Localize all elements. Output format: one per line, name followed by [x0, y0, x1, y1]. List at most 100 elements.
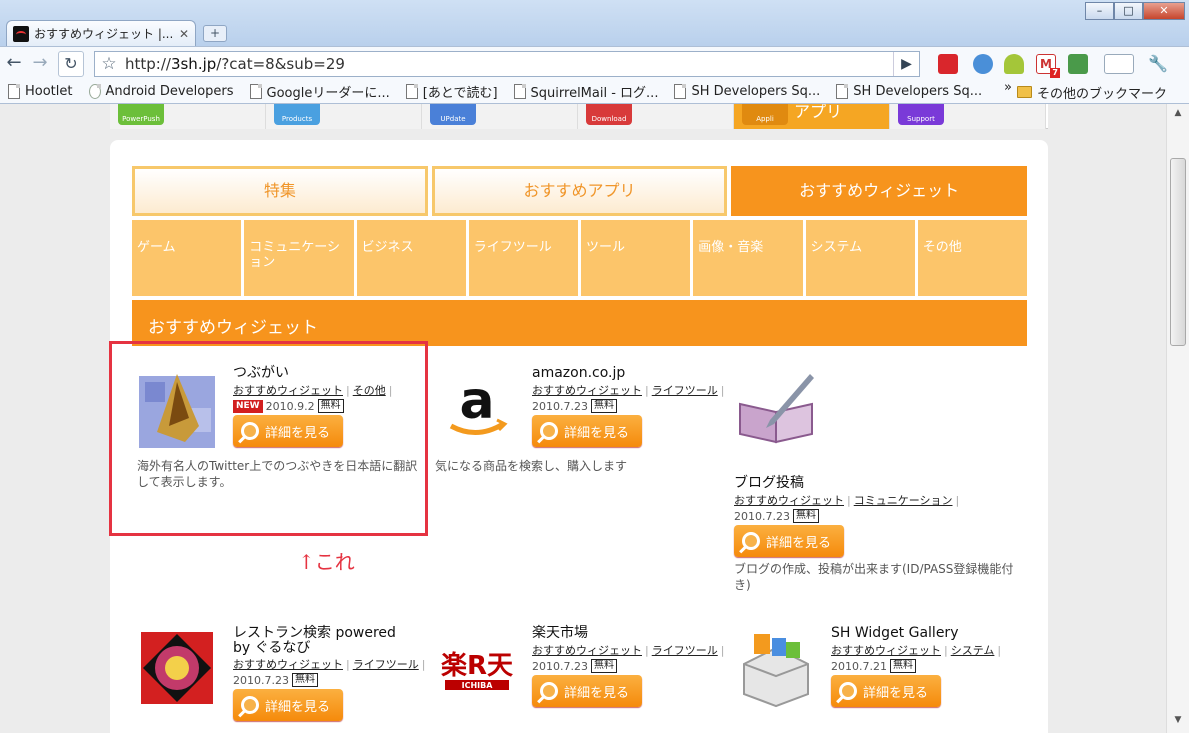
extension-ie-icon[interactable] [973, 54, 993, 74]
scrollbar[interactable]: ▲ ▼ [1166, 104, 1189, 733]
tag-link[interactable]: ライフツール [652, 384, 718, 397]
scroll-thumb[interactable] [1170, 158, 1186, 346]
site-nav-icon: Products [274, 104, 320, 125]
forward-button[interactable]: → [28, 52, 52, 76]
bookmark-item[interactable]: Googleリーダーに... [242, 81, 398, 103]
category-link[interactable]: ツール [581, 220, 691, 296]
widget-meta: 2010.7.23 無料 [532, 399, 617, 413]
category-link[interactable]: ゲーム [132, 220, 242, 296]
bookmark-item[interactable]: [あとで読む] [398, 81, 506, 103]
tab-tokushu[interactable]: 特集 [132, 166, 428, 216]
widget-thumbnail[interactable] [736, 368, 816, 448]
tag-link[interactable]: おすすめウィジェット [233, 658, 343, 671]
bookmark-item[interactable]: SH Developers Sq... [666, 81, 828, 103]
tab-recommended-widgets[interactable]: おすすめウィジェット [731, 166, 1028, 216]
widget-thumbnail[interactable] [137, 628, 217, 708]
category-link[interactable]: コミュニケーション [244, 220, 354, 296]
back-button[interactable]: ← [2, 52, 26, 76]
bookmarks-bar: Hootlet Android Developers Googleリーダーに..… [0, 80, 1189, 104]
tag-link[interactable]: コミュニケーション [854, 494, 953, 507]
evernote-icon[interactable] [1068, 54, 1088, 74]
url-text[interactable]: http://3sh.jp/?cat=8&sub=29 [123, 55, 893, 73]
release-date: 2010.7.23 [734, 509, 790, 523]
bookmark-item[interactable]: Android Developers [81, 81, 242, 103]
page-menu-icon[interactable] [1104, 54, 1134, 74]
close-tab-icon[interactable]: ✕ [179, 27, 189, 41]
tag-link[interactable]: おすすめウィジェット [532, 384, 642, 397]
widget-name[interactable]: SH Widget Gallery [831, 626, 1011, 641]
address-bar[interactable]: ☆ http://3sh.jp/?cat=8&sub=29 ▶ [94, 51, 920, 77]
detail-button[interactable]: 詳細を見る [831, 675, 941, 707]
extension-red-icon[interactable] [938, 54, 958, 74]
free-badge: 無料 [889, 659, 916, 673]
site-nav-icon: UPdate [430, 104, 476, 125]
minimize-button[interactable]: – [1085, 2, 1114, 20]
category-link[interactable]: システム [805, 220, 915, 296]
site-nav-item[interactable]: Support [890, 104, 1046, 129]
category-link[interactable]: 画像・音楽 [693, 220, 803, 296]
browser-window: おすすめウィジェット |... ✕ + – □ ✕ ← → ↻ ☆ http:/… [0, 0, 1189, 733]
bookmark-item[interactable]: SquirrelMail - ログ... [506, 81, 667, 103]
new-tab-button[interactable]: + [203, 25, 227, 42]
detail-button[interactable]: 詳細を見る [532, 675, 642, 707]
close-window-button[interactable]: ✕ [1143, 2, 1185, 20]
scroll-up-icon[interactable]: ▲ [1171, 108, 1185, 122]
site-nav-item[interactable]: Products [266, 104, 422, 129]
release-date: 2010.7.23 [233, 673, 289, 687]
other-bookmarks-folder[interactable]: その他のブックマーク [1009, 81, 1175, 103]
widget-thumbnail[interactable] [736, 628, 816, 708]
bookmark-star-icon[interactable]: ☆ [95, 54, 123, 74]
detail-button-label: 詳細を見る [564, 685, 630, 701]
widget-tags: おすすめウィジェット | ライフツール | [532, 642, 727, 658]
tag-separator: | [944, 644, 948, 657]
free-badge: 無料 [590, 399, 617, 413]
bookmark-item[interactable]: Hootlet [0, 81, 81, 103]
release-date: 2010.7.21 [831, 659, 887, 673]
page-icon [513, 84, 526, 99]
tag-separator: | [847, 494, 851, 507]
tag-link[interactable]: おすすめウィジェット [532, 644, 642, 657]
maximize-button[interactable]: □ [1114, 2, 1143, 20]
widget-thumbnail[interactable]: a [437, 368, 517, 448]
detail-button[interactable]: 詳細を見る [532, 415, 642, 447]
magnifier-icon [742, 532, 760, 550]
free-badge: 無料 [792, 509, 819, 523]
wrench-icon[interactable]: 🔧 [1142, 54, 1174, 74]
browser-tab[interactable]: おすすめウィジェット |... ✕ [6, 20, 196, 46]
detail-button[interactable]: 詳細を見る [233, 689, 343, 721]
reload-button[interactable]: ↻ [58, 50, 84, 77]
free-badge: 無料 [291, 673, 318, 687]
detail-button[interactable]: 詳細を見る [734, 525, 844, 557]
go-icon[interactable]: ▶ [893, 52, 919, 76]
extension-android-icon[interactable] [1004, 54, 1024, 74]
tab-recommended-apps[interactable]: おすすめアプリ [431, 166, 728, 216]
page-icon [836, 84, 849, 99]
free-badge: 無料 [590, 659, 617, 673]
tag-link[interactable]: ライフツール [652, 644, 718, 657]
widget-description: 気になる商品を検索し、購入します [435, 459, 628, 473]
page-icon [405, 84, 418, 99]
site-nav-item[interactable]: UPdate [422, 104, 578, 129]
tag-link[interactable]: おすすめウィジェット [831, 644, 941, 657]
gmail-icon[interactable]: M7 [1036, 54, 1060, 78]
tag-link[interactable]: おすすめウィジェット [734, 494, 844, 507]
svg-text:ICHIBA: ICHIBA [462, 681, 494, 690]
bookmark-item[interactable]: SH Developers Sq... [828, 81, 990, 103]
widget-name[interactable]: amazon.co.jp [532, 366, 712, 381]
category-link[interactable]: その他 [917, 220, 1027, 296]
page-icon [674, 84, 687, 99]
widget-tags: おすすめウィジェット | ライフツール | [233, 656, 428, 672]
widget-thumbnail[interactable]: 楽R天 ICHIBA [437, 628, 517, 708]
widget-name[interactable]: ブログ投稿 [734, 476, 914, 491]
favicon-icon [13, 25, 29, 42]
tag-link[interactable]: ライフツール [353, 658, 419, 671]
site-nav-item[interactable]: PowerPush [110, 104, 266, 129]
widget-name[interactable]: レストラン検索 powered by ぐるなび [233, 626, 413, 656]
scroll-down-icon[interactable]: ▼ [1171, 715, 1185, 729]
site-nav-item[interactable]: Download [578, 104, 734, 129]
widget-name[interactable]: 楽天市場 [532, 626, 712, 641]
category-link[interactable]: ライフツール [468, 220, 578, 296]
category-link[interactable]: ビジネス [356, 220, 466, 296]
site-nav-item[interactable]: Appli アプリ [734, 104, 890, 129]
tag-link[interactable]: システム [951, 644, 995, 657]
